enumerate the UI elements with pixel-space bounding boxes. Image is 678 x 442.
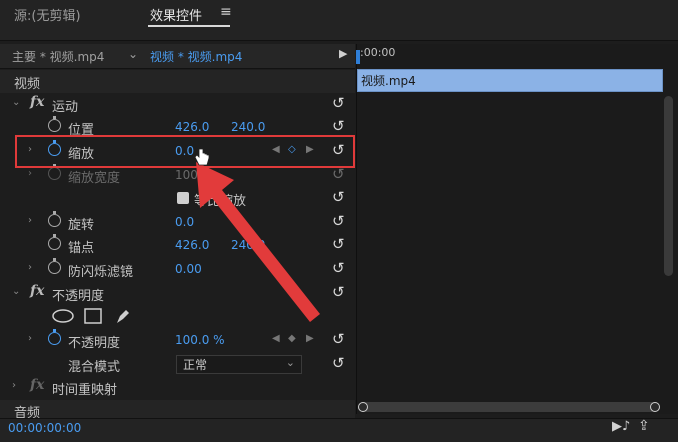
sequence-clip-label[interactable]: 视频 * 视频.mp4 — [150, 48, 242, 65]
chevron-down-icon: ⌄ — [285, 356, 295, 369]
playhead-marker[interactable] — [356, 50, 360, 64]
collapse-arrow-icon[interactable]: ⌄ — [12, 286, 20, 297]
stopwatch-icon[interactable] — [48, 116, 61, 132]
blend-mode-label: 混合模式 — [68, 360, 121, 375]
panel-menu-icon[interactable]: ≡ — [220, 4, 232, 20]
collapse-arrow-icon[interactable]: ⌄ — [12, 97, 20, 108]
position-x-value[interactable]: 426.0 — [175, 120, 209, 134]
export-icon[interactable]: ⇪ — [638, 418, 650, 434]
expand-arrow-icon[interactable]: › — [12, 380, 16, 391]
next-keyframe-icon[interactable]: ▶ — [306, 333, 314, 344]
param-blend-mode: 混合模式 正常 ⌄ ↺ — [0, 353, 355, 376]
opacity-label: 不透明度 — [68, 336, 121, 351]
rotation-label: 旋转 — [68, 218, 95, 233]
fx-icon[interactable]: fx — [30, 283, 44, 299]
motion-label: 运动 — [52, 100, 79, 115]
time-remap-label: 时间重映射 — [52, 383, 118, 398]
reset-icon[interactable]: ↺ — [332, 212, 345, 230]
ellipse-mask-icon[interactable] — [52, 309, 74, 323]
expand-arrow-icon: › — [28, 168, 32, 179]
reset-icon[interactable]: ↺ — [332, 117, 345, 135]
hand-cursor-icon — [194, 148, 210, 166]
reset-icon[interactable]: ↺ — [332, 330, 345, 348]
reset-icon[interactable]: ↺ — [332, 94, 345, 112]
fx-icon[interactable]: fx — [30, 377, 44, 393]
effect-time-remap[interactable]: › fx 时间重映射 — [0, 376, 355, 399]
rectangle-mask-icon[interactable] — [84, 308, 102, 324]
section-video: 视频 — [0, 70, 355, 93]
panel-tab-bar — [0, 0, 678, 41]
anchor-label: 锚点 — [68, 241, 95, 256]
stopwatch-icon — [48, 164, 61, 180]
tab-source[interactable]: 源:(无剪辑) — [14, 5, 81, 24]
fx-icon[interactable]: fx — [30, 94, 44, 110]
blend-mode-select[interactable]: 正常 ⌄ — [176, 355, 302, 374]
section-audio-label: 音频 — [14, 406, 41, 418]
position-y-value[interactable]: 240.0 — [231, 120, 265, 134]
play-audio-only-icon[interactable]: ▶♪ — [612, 419, 630, 434]
tab-effect-controls[interactable]: 效果控件 — [150, 5, 202, 24]
reset-icon[interactable]: ↺ — [332, 354, 345, 372]
anti-flicker-label: 防闪烁滤镜 — [68, 265, 134, 280]
expand-arrow-icon[interactable]: › — [28, 333, 32, 344]
opacity-value[interactable]: 100.0 % — [175, 333, 225, 347]
time-ruler-label: :00:00 — [360, 46, 396, 59]
stopwatch-icon[interactable] — [48, 329, 61, 345]
opacity-group-label: 不透明度 — [52, 289, 105, 304]
section-audio: 音频 — [0, 400, 355, 418]
stopwatch-icon[interactable] — [48, 258, 61, 274]
scale-width-label: 缩放宽度 — [68, 171, 121, 186]
vertical-scrollbar[interactable] — [664, 96, 673, 276]
expand-arrow-icon[interactable]: › — [28, 262, 32, 273]
active-tab-indicator — [148, 25, 230, 27]
stopwatch-icon[interactable] — [48, 234, 61, 250]
param-opacity: › 不透明度 100.0 % ◀ ◆ ▶ ↺ — [0, 329, 355, 352]
expand-arrow-icon[interactable]: › — [28, 215, 32, 226]
effect-motion[interactable]: ⌄ fx 运动 ↺ — [0, 93, 355, 116]
horizontal-zoom-scrollbar[interactable] — [358, 402, 660, 412]
section-video-label: 视频 — [14, 77, 41, 92]
stopwatch-icon[interactable] — [48, 211, 61, 227]
master-clip-label[interactable]: 主要 * 视频.mp4 — [12, 48, 104, 65]
play-triangle-icon[interactable]: ▶ — [339, 47, 347, 60]
reset-icon[interactable]: ↺ — [332, 188, 345, 206]
add-keyframe-icon[interactable]: ◆ — [288, 333, 296, 344]
reset-icon[interactable]: ↺ — [332, 259, 345, 277]
zoom-handle-left[interactable] — [358, 402, 368, 412]
clip-bar-label: 视频.mp4 — [361, 74, 416, 88]
pen-mask-icon[interactable] — [114, 307, 132, 325]
zoom-handle-right[interactable] — [650, 402, 660, 412]
reset-icon[interactable]: ↺ — [332, 283, 345, 301]
chevron-down-icon[interactable]: ⌄ — [128, 47, 138, 61]
effect-timeline[interactable] — [356, 44, 678, 414]
red-arrow-annotation — [196, 162, 320, 322]
status-bar — [0, 418, 678, 442]
prev-keyframe-icon[interactable]: ◀ — [272, 333, 280, 344]
blend-mode-value: 正常 — [183, 358, 208, 372]
current-timecode[interactable]: 00:00:00:00 — [8, 421, 81, 435]
reset-icon[interactable]: ↺ — [332, 235, 345, 253]
